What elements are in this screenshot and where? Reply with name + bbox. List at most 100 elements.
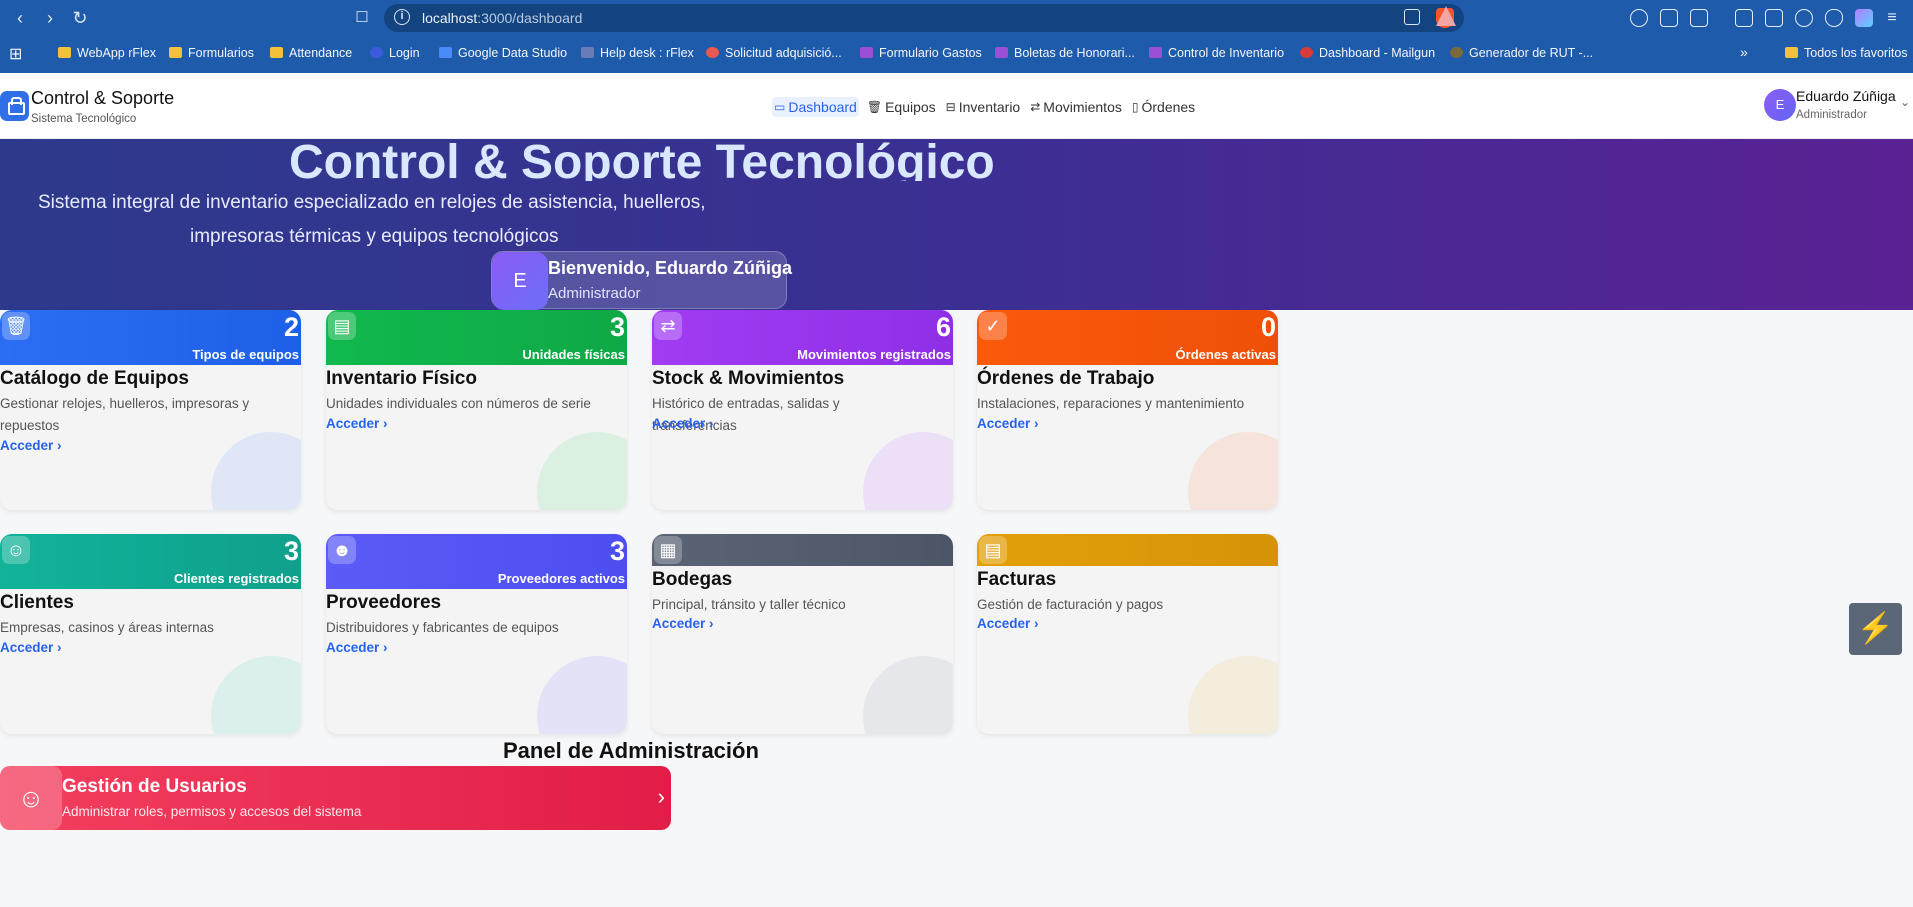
leo-icon[interactable] <box>1795 9 1813 27</box>
card-description: Gestión de facturación y pagos <box>977 597 1164 612</box>
form-favicon-icon <box>995 47 1008 58</box>
card-count: 2 <box>283 312 299 342</box>
bookmark-icon[interactable]: ☐ <box>352 8 372 28</box>
bookmark-item[interactable]: Boletas de Honorari... <box>995 46 1135 60</box>
apps-grid-icon[interactable]: ⊞ <box>9 44 22 64</box>
card-count: 6 <box>935 312 951 342</box>
folder-icon <box>1785 47 1798 58</box>
extension-icon[interactable] <box>1630 9 1648 27</box>
card-count-label: Tipos de equipos <box>192 347 299 362</box>
lightning-icon[interactable]: ⚡ <box>1849 603 1902 655</box>
form-favicon-icon <box>860 47 873 58</box>
card-stock-movimientos[interactable]: ⇄ 6 Movimientos registrados Stock & Movi… <box>652 310 953 510</box>
nav-equipos[interactable]: 🗑 Equipos <box>865 97 938 117</box>
card-description: Principal, tránsito y taller técnico <box>652 597 846 612</box>
nav-movimientos[interactable]: ⇄ Movimientos <box>1028 97 1124 117</box>
all-favorites-folder[interactable]: Todos los favoritos <box>1785 46 1908 60</box>
bookmark-item[interactable]: Control de Inventario <box>1149 46 1284 60</box>
card-count-label: Clientes registrados <box>174 571 299 586</box>
card-decoration <box>1188 432 1278 510</box>
trash-icon: 🗑 <box>866 100 883 114</box>
card-decoration <box>863 656 953 734</box>
user-role: Administrador <box>1796 109 1867 121</box>
card-link[interactable]: Acceder › <box>977 616 1039 631</box>
folder-icon <box>270 47 283 58</box>
vpn-icon[interactable] <box>1825 9 1843 27</box>
card-link[interactable]: Acceder › <box>652 416 714 431</box>
card-description: Unidades individuales con números de ser… <box>326 396 591 411</box>
nav-inventario[interactable]: ⊟ Inventario <box>944 97 1023 117</box>
card-decoration <box>537 656 627 734</box>
card-ordenes-trabajo[interactable]: ✓ 0 Órdenes activas Órdenes de Trabajo I… <box>977 310 1278 510</box>
card-link[interactable]: Acceder › <box>326 416 388 431</box>
puzzle-icon[interactable] <box>1660 9 1678 27</box>
screenshot-icon[interactable] <box>1690 9 1708 27</box>
user-gear-icon: ☺ <box>0 766 62 830</box>
card-title: Catálogo de Equipos <box>0 368 189 389</box>
site-favicon-icon <box>439 47 452 58</box>
card-clientes[interactable]: ☺ 3 Clientes registrados Clientes Empres… <box>0 534 301 734</box>
bookmark-item[interactable]: Formulario Gastos <box>860 46 982 60</box>
bookmark-item[interactable]: Login <box>370 46 420 60</box>
folder-icon <box>169 47 182 58</box>
card-title: Facturas <box>977 569 1057 590</box>
back-icon[interactable]: ‹ <box>10 8 30 28</box>
card-title: Inventario Físico <box>326 368 477 389</box>
address-bar[interactable]: i localhost:3000/dashboard <box>384 4 1464 32</box>
bookmark-item[interactable]: WebApp rFlex <box>58 46 156 60</box>
chevron-right-icon: › <box>657 784 665 809</box>
more-bookmarks-button[interactable]: » <box>1740 44 1748 60</box>
chevron-down-icon: ⌄ <box>1900 95 1911 109</box>
menu-icon[interactable]: ≡ <box>1882 8 1902 28</box>
share-icon[interactable] <box>1404 9 1420 25</box>
main-nav: ▭ Dashboard 🗑 Equipos ⊟ Inventario ⇄ Movimie… <box>772 96 1197 118</box>
bookmark-item[interactable]: Attendance <box>270 46 352 60</box>
card-header <box>977 534 1278 566</box>
reload-icon[interactable]: ↻ <box>70 8 90 28</box>
card-facturas[interactable]: ▤ Facturas Gestión de facturación y pago… <box>977 534 1278 734</box>
site-favicon-icon <box>1450 47 1463 58</box>
forward-icon[interactable]: › <box>40 8 60 28</box>
box-icon: ⊟ <box>945 100 956 114</box>
clipboard-icon: ✓ <box>979 312 1007 340</box>
card-decoration <box>537 432 627 510</box>
card-title: Clientes <box>0 592 74 613</box>
building-icon: ▦ <box>654 536 682 564</box>
bookmark-item[interactable]: Generador de RUT -... <box>1450 46 1593 60</box>
site-info-icon[interactable]: i <box>394 9 410 25</box>
bookmark-item[interactable]: Formularios <box>169 46 254 60</box>
card-title: Stock & Movimientos <box>652 368 845 389</box>
card-link[interactable]: Acceder › <box>0 438 62 453</box>
card-inventario-fisico[interactable]: ▤ 3 Unidades físicas Inventario Físico U… <box>326 310 627 510</box>
admin-card-title: Gestión de Usuarios <box>62 776 247 797</box>
card-bodegas[interactable]: ▦ Bodegas Principal, tránsito y taller t… <box>652 534 953 734</box>
app-title: Control & Soporte <box>31 88 175 108</box>
card-description: Empresas, casinos y áreas internas <box>0 620 214 635</box>
user-management-button[interactable]: ☺ Gestión de Usuarios Administrar roles,… <box>0 766 671 830</box>
welcome-title: Bienvenido, Eduardo Zúñiga <box>548 258 793 278</box>
wallet-icon[interactable] <box>1765 9 1783 27</box>
card-link[interactable]: Acceder › <box>0 640 62 655</box>
nav-dashboard[interactable]: ▭ Dashboard <box>772 97 859 117</box>
form-favicon-icon <box>1149 47 1162 58</box>
profile-icon[interactable] <box>1855 9 1873 27</box>
bookmark-item[interactable]: Solicitud adquisició... <box>706 46 842 60</box>
user-name: Eduardo Zúñiga <box>1796 88 1896 104</box>
card-count-label: Órdenes activas <box>1175 347 1276 362</box>
bookmark-item[interactable]: Google Data Studio <box>439 46 567 60</box>
card-description: Distribuidores y fabricantes de equipos <box>326 620 559 635</box>
card-count-label: Movimientos registrados <box>797 347 951 362</box>
nav-ordenes[interactable]: ▯ Órdenes <box>1130 97 1197 117</box>
hero-description-line2: impresoras térmicas y equipos tecnológic… <box>190 226 559 247</box>
bookmark-item[interactable]: Help desk : rFlex <box>581 46 694 60</box>
hero-description-line1: Sistema integral de inventario especiali… <box>38 192 706 213</box>
card-link[interactable]: Acceder › <box>652 616 714 631</box>
sidebar-icon[interactable] <box>1735 9 1753 27</box>
card-count: 3 <box>609 536 625 566</box>
card-link[interactable]: Acceder › <box>326 640 388 655</box>
card-link[interactable]: Acceder › <box>977 416 1039 431</box>
card-catalogo-equipos[interactable]: 🗑 2 Tipos de equipos Catálogo de Equipos… <box>0 310 301 510</box>
bookmark-item[interactable]: Dashboard - Mailgun <box>1300 46 1435 60</box>
app-subtitle: Sistema Tecnológico <box>31 113 137 125</box>
card-proveedores[interactable]: ☻ 3 Proveedores activos Proveedores Dist… <box>326 534 627 734</box>
